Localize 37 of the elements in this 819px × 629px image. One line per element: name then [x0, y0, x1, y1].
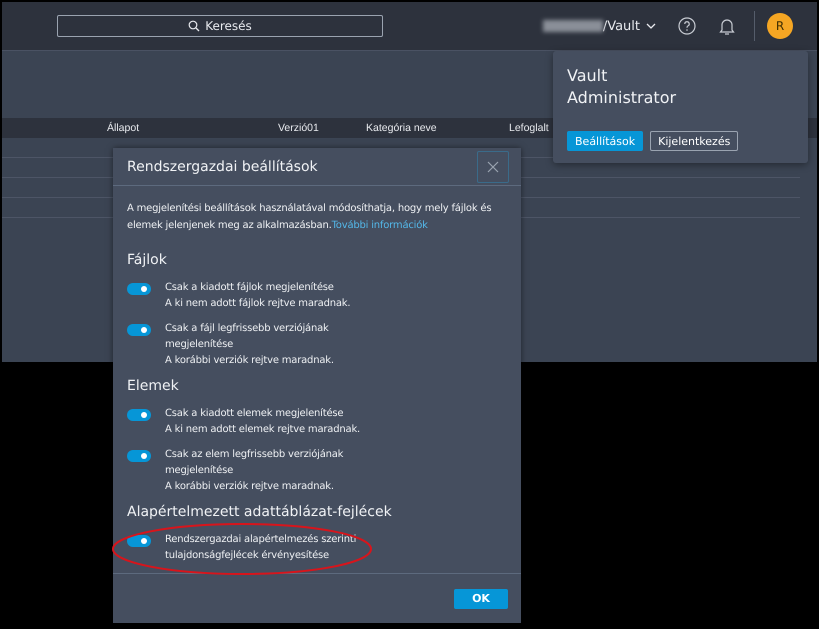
toggle-switch[interactable] — [127, 450, 151, 462]
close-button[interactable] — [477, 150, 509, 182]
option-description: A korábbi verziók rejtve maradnak. — [165, 480, 335, 494]
column-header[interactable]: Állapot — [107, 122, 278, 134]
option-label: Rendszergazdai alapértelmezés szerinti tulajdonságfejlécek érvényesítése — [165, 533, 358, 563]
user-avatar[interactable]: R — [767, 13, 793, 39]
toggle-switch[interactable] — [127, 283, 151, 295]
bell-icon[interactable] — [718, 16, 736, 36]
logout-button[interactable]: Kijelentkezés — [650, 131, 738, 151]
redacted-mark — [542, 20, 603, 32]
search-icon — [188, 20, 200, 32]
close-icon — [487, 160, 499, 172]
option-label: Csak az elem legfrissebb verziójának megjelenítése — [165, 448, 344, 478]
toggle-switch[interactable] — [127, 324, 151, 336]
toggle-switch[interactable] — [127, 535, 151, 547]
column-header[interactable]: Verzió01 — [278, 122, 366, 134]
option-description: A ki nem adott elemek rejtve maradnak. — [165, 423, 362, 437]
option-description: A ki nem adott fájlok rejtve maradnak. — [165, 297, 352, 311]
option-description: A korábbi verziók rejtve maradnak. — [165, 354, 335, 368]
vault-selector[interactable]: /Vault — [602, 18, 640, 34]
option-label: Csak a kiadott fájlok megjelenítése — [165, 281, 335, 295]
more-info-link[interactable]: További információk — [332, 220, 428, 231]
column-header[interactable]: Kategória neve — [366, 122, 509, 134]
option-label: Csak a kiadott elemek megjelenítése — [165, 407, 344, 421]
search-field[interactable]: Keresés — [57, 15, 383, 37]
user-name: Vault Administrator — [567, 65, 678, 109]
help-icon[interactable] — [678, 17, 696, 35]
chevron-down-icon[interactable] — [646, 23, 656, 29]
section-title: Elemek — [127, 378, 180, 394]
column-header[interactable]: Lefoglalt — [509, 122, 549, 134]
section-title: Fájlok — [127, 252, 168, 268]
search-placeholder: Keresés — [205, 19, 252, 33]
intro-text: A megjelenítési beállítások használatával módosíthatja, hogy mely fájlok és elemek jelenjenek meg az alkalmazásban.További információk — [127, 202, 492, 233]
toggle-switch[interactable] — [127, 409, 151, 421]
dialog-title: Rendszergazdai beállítások — [127, 158, 318, 174]
section-title: Alapértelmezett adattáblázat-fejlécek — [127, 504, 393, 520]
option-label: Csak a fájl legfrissebb verziójának megjelenítése — [165, 322, 330, 352]
